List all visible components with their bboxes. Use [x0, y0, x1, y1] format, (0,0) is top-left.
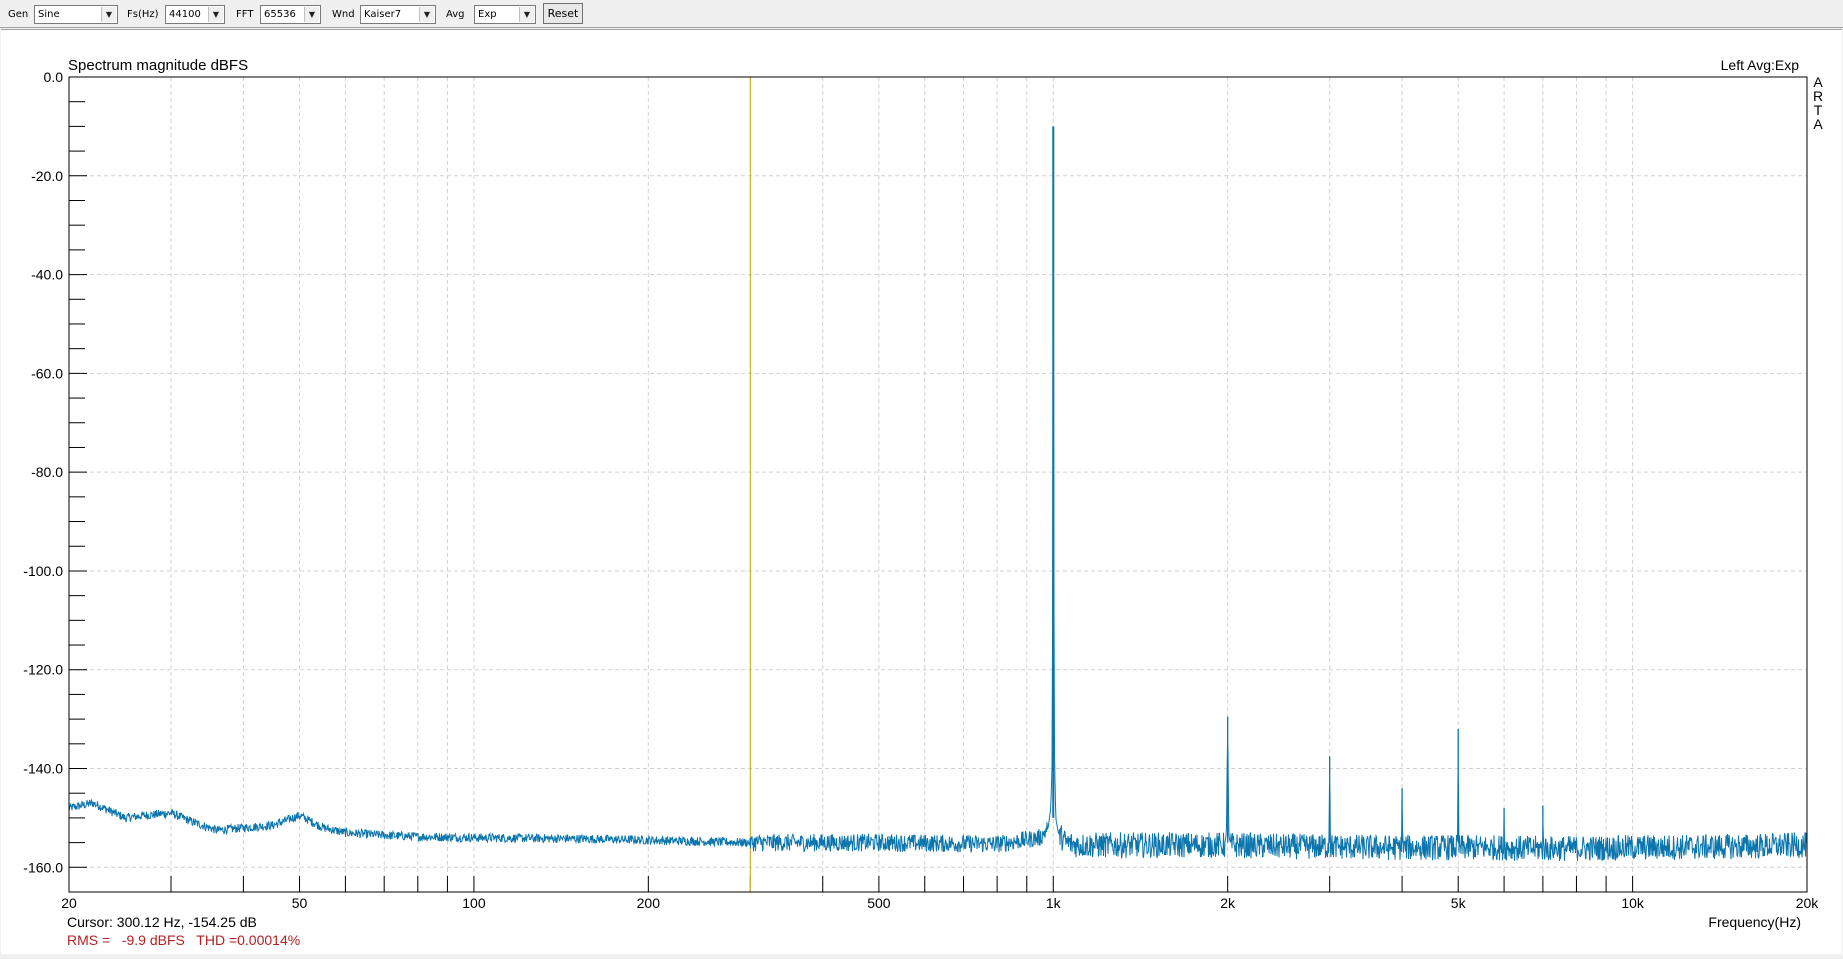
- y-tick-label: -20.0: [31, 168, 63, 184]
- reset-button[interactable]: Reset: [543, 3, 583, 24]
- x-tick-label: 1k: [1046, 895, 1062, 911]
- x-tick-label: 500: [867, 895, 891, 911]
- fft-label: FFT: [236, 9, 254, 20]
- brand-letter: A: [1813, 116, 1823, 132]
- generator-value: Sine: [38, 9, 60, 20]
- channel-info: Left Avg:Exp: [1721, 57, 1800, 73]
- toolbar: Gen Sine ▼ Fs(Hz) 44100 ▼ FFT 65536 ▼ Wn…: [0, 0, 1843, 28]
- y-tick-label: -80.0: [31, 464, 63, 480]
- sample-rate-select[interactable]: 44100 ▼: [165, 5, 225, 24]
- y-tick-label: -40.0: [31, 267, 63, 283]
- fft-size-value: 65536: [264, 9, 296, 20]
- y-tick-label: -60.0: [31, 365, 63, 381]
- gen-label: Gen: [8, 9, 29, 20]
- window-select[interactable]: Kaiser7 ▼: [360, 5, 436, 24]
- chevron-down-icon: ▼: [519, 7, 534, 22]
- minor-tick-marks: [69, 76, 1634, 893]
- x-tick-label: 10k: [1621, 895, 1645, 911]
- generator-select[interactable]: Sine ▼: [34, 5, 118, 24]
- plot-title: Spectrum magnitude dBFS: [68, 57, 248, 74]
- fft-size-select[interactable]: 65536 ▼: [260, 5, 321, 24]
- window-value: Kaiser7: [364, 9, 402, 20]
- x-axis-title: Frequency(Hz): [1708, 914, 1801, 930]
- window-label: Wnd: [332, 9, 355, 20]
- cursor-readout: Cursor: 300.12 Hz, -154.25 dB: [67, 914, 257, 930]
- y-tick-label: 0.0: [44, 69, 64, 85]
- averaging-value: Exp: [478, 9, 497, 20]
- x-tick-label: 20: [61, 895, 77, 911]
- spectrum-trace: [68, 318, 1808, 862]
- x-tick-label: 200: [637, 895, 661, 911]
- y-tick-label: -140.0: [23, 761, 63, 777]
- harmonic-peaks: [1052, 126, 1544, 843]
- rms-thd-readout: RMS = -9.9 dBFS THD =0.00014%: [67, 932, 300, 948]
- chevron-down-icon: ▼: [419, 7, 434, 22]
- grid: [69, 77, 1807, 892]
- y-tick-label: -120.0: [23, 662, 63, 678]
- avg-label: Avg: [446, 9, 465, 20]
- chevron-down-icon: ▼: [208, 7, 223, 22]
- spectrum-chart[interactable]: 0.0 -20.0 -40.0 -60.0 -80.0 -100.0 -120.0 -140.…: [1, 30, 1842, 954]
- chevron-down-icon: ▼: [101, 7, 116, 22]
- averaging-select[interactable]: Exp ▼: [474, 5, 536, 24]
- x-tick-label: 20k: [1796, 895, 1820, 911]
- sample-rate-value: 44100: [169, 9, 201, 20]
- y-axis-labels: 0.0 -20.0 -40.0 -60.0 -80.0 -100.0 -120.0 -140.…: [23, 69, 63, 875]
- spectrum-plot-window: 0.0 -20.0 -40.0 -60.0 -80.0 -100.0 -120.0 -140.…: [1, 29, 1842, 954]
- y-tick-label: -160.0: [23, 859, 63, 875]
- plot-frame: [68, 76, 1808, 893]
- y-tick-label: -100.0: [23, 563, 63, 579]
- x-tick-label: 100: [462, 895, 486, 911]
- x-tick-label: 50: [292, 895, 308, 911]
- x-tick-label: 2k: [1220, 895, 1236, 911]
- chevron-down-icon: ▼: [304, 7, 319, 22]
- fs-label: Fs(Hz): [127, 9, 159, 20]
- x-axis-labels: 20 50 100 200 500 1k 2k 5k 10k 20k: [61, 895, 1819, 911]
- x-tick-label: 5k: [1451, 895, 1467, 911]
